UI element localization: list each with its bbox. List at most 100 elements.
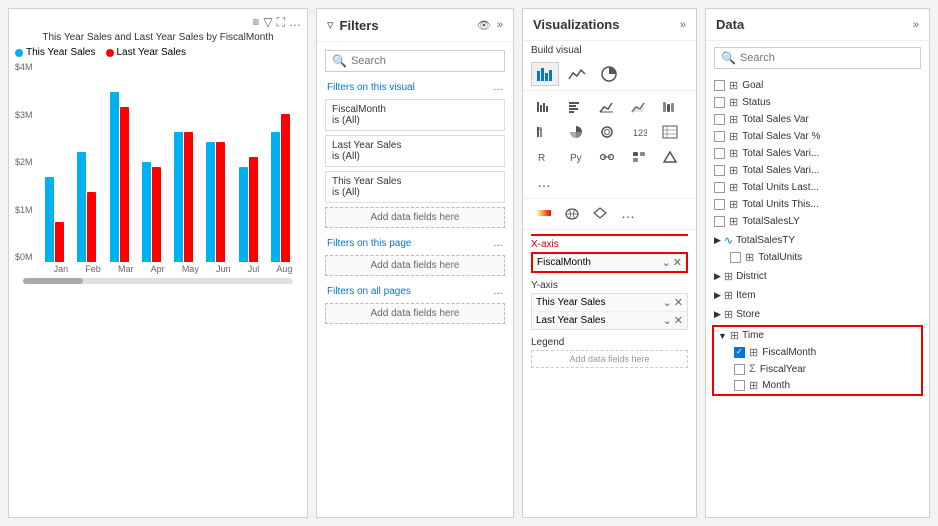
chart-title: This Year Sales and Last Year Sales by F… <box>15 32 301 43</box>
data-item-totalsalesvari2[interactable]: ⊞ Total Sales Vari... <box>710 162 925 179</box>
checkbox-status[interactable] <box>714 97 725 108</box>
viz-yaxis-field-item-2[interactable]: Last Year Sales ⌄ ✕ <box>532 311 687 329</box>
data-item-totalunits[interactable]: ⊞ TotalUnits <box>726 249 925 266</box>
x-label-jun: Jun <box>216 264 231 274</box>
checkbox-totalunitslast[interactable] <box>714 182 725 193</box>
data-item-fiscalyear[interactable]: Σ FiscalYear <box>730 361 921 377</box>
more-icon-visual[interactable]: … <box>493 82 503 93</box>
checkbox-totalsalesvarpct[interactable] <box>714 131 725 142</box>
filters-title: Filters <box>340 18 471 33</box>
checkbox-totalsalesvar[interactable] <box>714 114 725 125</box>
chevron-down-icon-yaxis1[interactable]: ⌄ <box>663 296 672 309</box>
viz-icon-diamond[interactable] <box>587 201 613 225</box>
filter-card-thisyearsales[interactable]: This Year Sales is (All) <box>325 171 505 203</box>
viz-yaxis-field-item-1[interactable]: This Year Sales ⌄ ✕ <box>532 294 687 311</box>
viz-grid-item-3[interactable] <box>594 95 620 119</box>
viz-grid-item-13[interactable] <box>594 145 620 169</box>
checkbox-month[interactable] <box>734 380 745 391</box>
more-icon[interactable]: … <box>289 15 301 30</box>
data-item-totalunitslast[interactable]: ⊞ Total Units Last... <box>710 179 925 196</box>
viz-grid-item-12[interactable]: Py <box>563 145 589 169</box>
data-group-header-totalsalesty[interactable]: ▶ ∿ TotalSalesTY <box>710 232 925 249</box>
label-totalsalesvarpct: Total Sales Var % <box>742 131 921 142</box>
checkbox-totalsalesvari2[interactable] <box>714 165 725 176</box>
viz-grid-item-7[interactable] <box>563 120 589 144</box>
data-item-totalsalesvari1[interactable]: ⊞ Total Sales Vari... <box>710 145 925 162</box>
viz-grid-item-6[interactable] <box>531 120 557 144</box>
menu-icon[interactable]: ≡ <box>252 15 259 30</box>
label-store: Store <box>736 309 760 320</box>
filter-icon[interactable]: ▽ <box>263 15 272 30</box>
viz-icon-map[interactable] <box>559 201 585 225</box>
viz-grid-item-4[interactable] <box>626 95 652 119</box>
expand-viz-icon[interactable]: » <box>680 19 686 31</box>
add-fields-visual[interactable]: Add data fields here <box>325 207 505 228</box>
viz-icon-pie-chart[interactable] <box>595 62 623 86</box>
chart-scrollbar-thumb[interactable] <box>23 278 83 284</box>
checkbox-totalsalesvari1[interactable] <box>714 148 725 159</box>
viz-grid-item-15[interactable] <box>657 145 683 169</box>
viz-grid-item-11[interactable]: R <box>531 145 557 169</box>
expand-icon[interactable]: ⛶ <box>277 15 285 30</box>
data-group-header-time[interactable]: ▼ ⊞ Time <box>714 327 921 344</box>
expand-data-icon[interactable]: » <box>913 19 919 31</box>
checkbox-fiscalmonth[interactable] <box>734 347 745 358</box>
viz-xaxis-field-item[interactable]: FiscalMonth ⌄ ✕ <box>533 254 686 271</box>
table-icon-totalsalesvar: ⊞ <box>729 113 738 126</box>
checkbox-totalunits[interactable] <box>730 252 741 263</box>
data-item-goal[interactable]: ⊞ Goal <box>710 77 925 94</box>
close-icon-yaxis1[interactable]: ✕ <box>674 296 683 309</box>
viz-icon-bar-chart[interactable] <box>531 62 559 86</box>
eye-icon[interactable]: 👁 <box>477 19 491 32</box>
add-fields-page[interactable]: Add data fields here <box>325 255 505 276</box>
chevron-down-icon-yaxis2[interactable]: ⌄ <box>663 314 672 327</box>
checkbox-fiscalyear[interactable] <box>734 364 745 375</box>
viz-yaxis-field-box: This Year Sales ⌄ ✕ Last Year Sales ⌄ ✕ <box>531 293 688 330</box>
chart-scrollbar[interactable] <box>23 278 293 284</box>
data-group-header-district[interactable]: ▶ ⊞ District <box>710 268 925 285</box>
data-item-totalsalestly[interactable]: ⊞ TotalSalesLY <box>710 213 925 230</box>
data-search-input[interactable] <box>740 52 914 64</box>
viz-grid-item-14[interactable] <box>626 145 652 169</box>
filter-card-lastyearsales[interactable]: Last Year Sales is (All) <box>325 135 505 167</box>
viz-grid-item-9[interactable]: 123 <box>626 120 652 144</box>
viz-grid-item-custom[interactable]: … <box>531 170 557 194</box>
close-icon-yaxis2[interactable]: ✕ <box>674 314 683 327</box>
data-list: ⊞ Goal ⊞ Status ⊞ Total Sales Var ⊞ Tota… <box>706 75 929 517</box>
add-fields-allpages[interactable]: Add data fields here <box>325 303 505 324</box>
more-icon-allpages[interactable]: … <box>493 286 503 297</box>
x-label-jan: Jan <box>54 264 69 274</box>
close-icon-xaxis[interactable]: ✕ <box>673 256 682 269</box>
checkbox-goal[interactable] <box>714 80 725 91</box>
viz-title: Visualizations <box>533 17 680 32</box>
viz-icon-dots[interactable]: … <box>615 201 641 225</box>
data-item-month[interactable]: ⊞ Month <box>730 377 921 394</box>
bar-jul-lastyear <box>249 157 258 262</box>
viz-grid-item-1[interactable] <box>531 95 557 119</box>
viz-icon-gradient[interactable] <box>531 201 557 225</box>
chevron-down-icon-xaxis[interactable]: ⌄ <box>662 256 671 269</box>
data-item-status[interactable]: ⊞ Status <box>710 94 925 111</box>
data-group-header-item[interactable]: ▶ ⊞ Item <box>710 287 925 304</box>
more-icon-page[interactable]: … <box>493 238 503 249</box>
viz-grid-item-10[interactable] <box>657 120 683 144</box>
viz-grid-item-8[interactable] <box>594 120 620 144</box>
data-item-totalsalesvarpct[interactable]: ⊞ Total Sales Var % <box>710 128 925 145</box>
filter-card-fiscalmonth[interactable]: FiscalMonth is (All) <box>325 99 505 131</box>
viz-legend-add-fields[interactable]: Add data fields here <box>531 350 688 368</box>
data-group-header-store[interactable]: ▶ ⊞ Store <box>710 306 925 323</box>
expand-filters-icon[interactable]: » <box>497 19 503 32</box>
chevron-right-icon-store: ▶ <box>714 309 721 320</box>
checkbox-totalsalestly[interactable] <box>714 216 725 227</box>
filters-search-box[interactable]: 🔍 <box>325 50 505 72</box>
data-item-totalsalesvar[interactable]: ⊞ Total Sales Var <box>710 111 925 128</box>
viz-grid-item-5[interactable] <box>657 95 683 119</box>
checkbox-totalunitsthis[interactable] <box>714 199 725 210</box>
data-item-fiscalmonth[interactable]: ⊞ FiscalMonth <box>730 344 921 361</box>
filters-search-input[interactable] <box>351 55 498 67</box>
viz-icon-line-chart[interactable] <box>563 62 591 86</box>
bar-jun-thisyear <box>206 142 215 262</box>
viz-grid-item-2[interactable] <box>563 95 589 119</box>
data-search-box[interactable]: 🔍 <box>714 47 921 69</box>
data-item-totalunitsthis[interactable]: ⊞ Total Units This... <box>710 196 925 213</box>
